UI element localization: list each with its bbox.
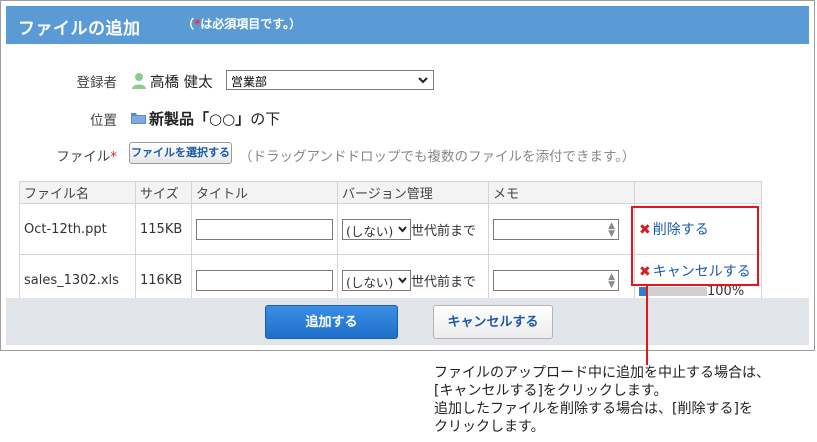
choose-file-button[interactable]: ファイルを選択する xyxy=(129,142,232,164)
required-note-suffix: は必須項目です。） xyxy=(200,17,302,31)
callout-line-1: ファイルのアップロード中に追加を中止する場合は、 xyxy=(434,365,770,381)
add-file-dialog: ファイルの追加 （*は必須項目です。） 登録者 高橋 健太 営業部 位置 新製品… xyxy=(0,0,815,351)
header-title: タイトル xyxy=(191,181,338,204)
action-highlight-box xyxy=(631,206,759,286)
file-label: ファイル* xyxy=(27,145,117,165)
dialog-title: ファイルの追加 xyxy=(18,19,141,39)
file-name-cell: Oct-12th.ppt xyxy=(19,203,136,255)
drag-drop-hint: （ドラッグアンドドロップでも複数のファイルを添付できます。） xyxy=(239,149,636,165)
location-label: 位置 xyxy=(90,113,117,129)
required-note-prefix: （ xyxy=(182,17,195,31)
chevron-down-icon xyxy=(418,77,428,84)
registrant-label: 登録者 xyxy=(76,75,118,91)
header-version: バージョン管理 xyxy=(337,181,489,204)
dialog-footer xyxy=(6,298,809,345)
location-path: 新製品「○○」の下 xyxy=(149,108,280,129)
department-selected-value: 営業部 xyxy=(231,75,268,89)
callout-line-3: 追加したファイルを削除する場合は、[削除する]を xyxy=(434,401,753,417)
header-actions xyxy=(634,181,762,204)
spinner-icon: ▲ ▼ xyxy=(608,220,615,239)
progress-text: 100% xyxy=(707,284,745,299)
folder-icon xyxy=(131,113,146,124)
version-cell: (しない) 世代前まで xyxy=(337,203,489,255)
upload-progress: 100% xyxy=(639,284,757,299)
callout-line xyxy=(646,286,648,365)
registrant-name: 高橋 健太 xyxy=(150,75,213,91)
cancel-button[interactable]: キャンセルする xyxy=(433,305,553,339)
required-fields-note: （*は必須項目です。） xyxy=(182,15,301,32)
memo-cell: ▲ ▼ xyxy=(488,203,635,255)
header-memo: メモ xyxy=(488,181,635,204)
version-select[interactable]: (しない) xyxy=(342,218,411,240)
file-required-mark: * xyxy=(110,149,117,165)
progress-fill xyxy=(639,287,646,296)
version-select[interactable]: (しない) xyxy=(342,269,411,291)
memo-input[interactable]: ▲ ▼ xyxy=(493,218,619,240)
file-label-text: ファイル xyxy=(56,149,111,165)
header-file-name: ファイル名 xyxy=(19,181,136,204)
version-selected-value: (しない) xyxy=(346,274,394,290)
location-folder-name: 新製品「○○」 xyxy=(149,110,251,128)
add-button[interactable]: 追加する xyxy=(265,305,398,339)
spinner-icon: ▲ ▼ xyxy=(608,271,615,290)
version-suffix: 世代前まで xyxy=(411,274,477,290)
callout-line-4: クリックします。 xyxy=(434,419,545,435)
chevron-down-icon xyxy=(398,276,407,284)
department-select[interactable]: 営業部 xyxy=(226,70,434,90)
table-header-row: ファイル名 サイズ タイトル バージョン管理 メモ xyxy=(19,181,762,204)
user-icon xyxy=(132,73,146,89)
title-input[interactable] xyxy=(196,269,333,291)
location-suffix: の下 xyxy=(250,110,281,128)
title-input[interactable] xyxy=(196,218,333,240)
memo-input[interactable]: ▲ ▼ xyxy=(493,269,619,291)
progress-bar xyxy=(639,287,707,296)
title-cell xyxy=(191,203,338,255)
chevron-down-icon xyxy=(398,225,407,233)
version-suffix: 世代前まで xyxy=(411,223,477,239)
header-size: サイズ xyxy=(135,181,192,204)
callout-text: ファイルのアップロード中に追加を中止する場合は、 [キャンセルする]をクリックし… xyxy=(434,364,770,436)
dialog-title-bar: ファイルの追加 （*は必須項目です。） xyxy=(6,6,809,44)
callout-line-2: [キャンセルする]をクリックします。 xyxy=(434,383,668,399)
version-selected-value: (しない) xyxy=(346,223,394,239)
size-cell: 115KB xyxy=(135,203,192,255)
